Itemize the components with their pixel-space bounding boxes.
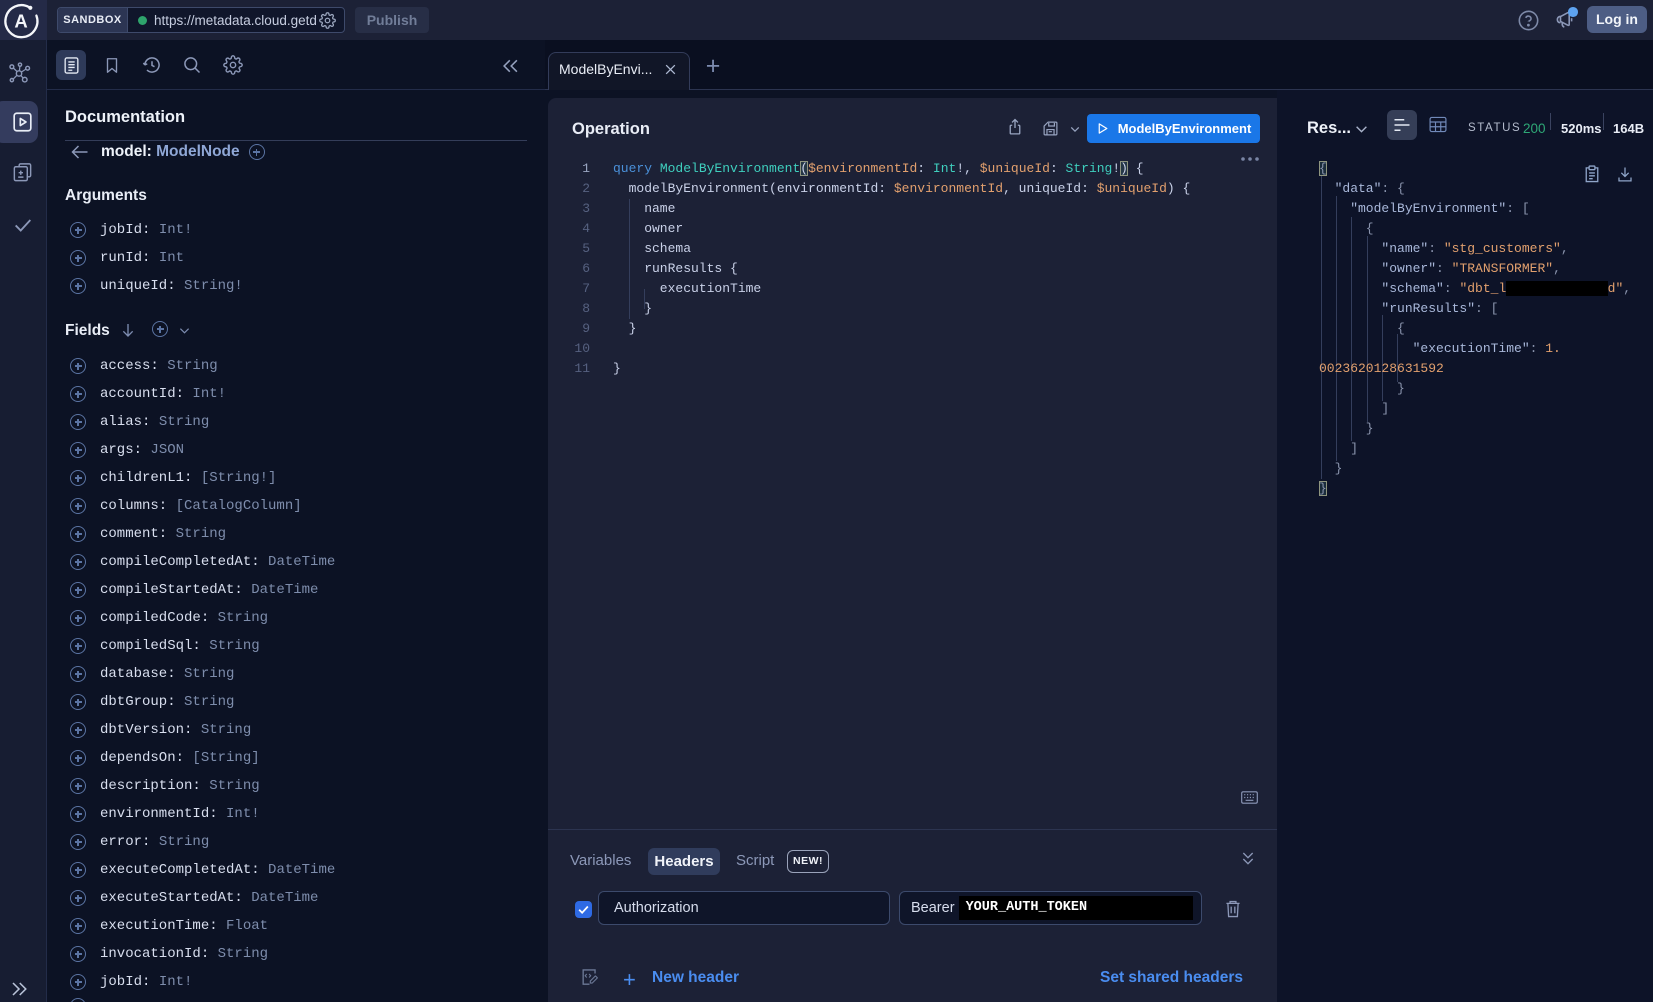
svg-text:A: A xyxy=(14,11,27,32)
